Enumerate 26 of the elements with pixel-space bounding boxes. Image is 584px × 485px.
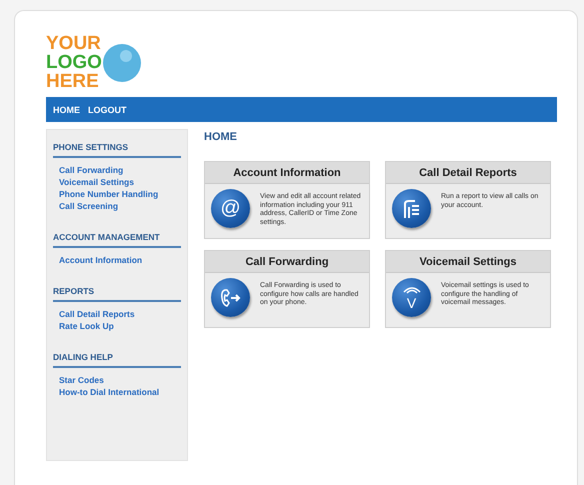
sidebar-heading: REPORTS bbox=[53, 286, 181, 302]
card-title: Call Forwarding bbox=[205, 251, 369, 273]
sidebar-link[interactable]: Voicemail Settings bbox=[59, 176, 181, 188]
card-title: Account Information bbox=[205, 162, 369, 184]
sidebar-link[interactable]: Rate Look Up bbox=[59, 320, 181, 332]
sidebar-link[interactable]: Account Information bbox=[59, 254, 181, 266]
sidebar-heading: PHONE SETTINGS bbox=[53, 142, 181, 158]
logo-circle-icon bbox=[102, 42, 142, 82]
logo: YOUR LOGO HERE bbox=[46, 34, 102, 91]
nav-link[interactable]: LOGOUT bbox=[88, 104, 126, 114]
card-title: Voicemail Settings bbox=[386, 251, 550, 273]
list-icon bbox=[392, 189, 431, 228]
sidebar-heading: DIALING HELP bbox=[53, 352, 181, 368]
sidebar-heading: ACCOUNT MANAGEMENT bbox=[53, 232, 181, 248]
nav-link[interactable]: HOME bbox=[53, 104, 80, 114]
sidebar-link[interactable]: How-to Dial International bbox=[59, 386, 181, 398]
at-sign-icon: @ bbox=[211, 189, 250, 228]
sidebar-link[interactable]: Call Forwarding bbox=[59, 164, 181, 176]
sidebar-link[interactable]: Call Detail Reports bbox=[59, 308, 181, 320]
page-title: HOME bbox=[204, 131, 238, 143]
sidebar-link[interactable]: Call Screening bbox=[59, 200, 181, 212]
voicemail-icon: V bbox=[392, 278, 431, 317]
phone-forward-icon bbox=[211, 278, 250, 317]
sidebar-link[interactable]: Star Codes bbox=[59, 374, 181, 386]
sidebar-link[interactable]: Phone Number Handling bbox=[59, 188, 181, 200]
card-title: Call Detail Reports bbox=[386, 162, 550, 184]
